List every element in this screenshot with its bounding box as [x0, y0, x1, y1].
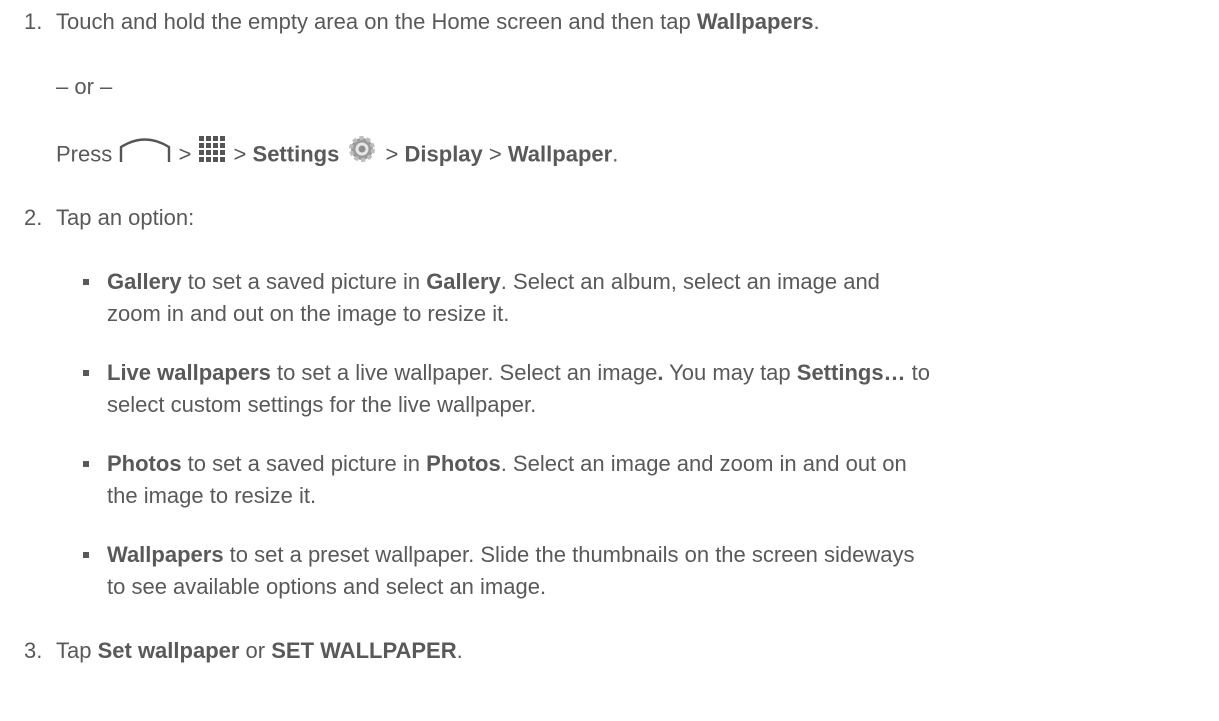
- bold-term: Wallpapers: [696, 9, 814, 34]
- grid-dot: [206, 143, 212, 148]
- grid-dot: [206, 157, 212, 162]
- grid-dot: [199, 143, 205, 148]
- bullet-marker: [83, 461, 89, 467]
- navigation-path: Press > > Settings > Display > Wallpaper…: [56, 134, 618, 174]
- grid-dot: [199, 157, 205, 162]
- option-gallery: Gallery to set a saved picture in Galler…: [107, 269, 880, 294]
- grid-dot: [220, 136, 226, 141]
- grid-dot: [213, 150, 219, 155]
- apps-grid-icon: [197, 134, 227, 171]
- bullet-marker: [83, 279, 89, 285]
- bullet-marker: [83, 370, 89, 376]
- grid-dot: [213, 136, 219, 141]
- grid-dot: [220, 157, 226, 162]
- step-text: Tap an option:: [56, 205, 195, 230]
- instruction-document: 1. Touch and hold the empty area on the H…: [0, 0, 1219, 721]
- home-icon: [118, 134, 172, 171]
- grid-dot: [199, 136, 205, 141]
- option-gallery-line2: zoom in and out on the image to resize i…: [107, 301, 510, 326]
- step-text: Touch and hold the empty area on the Hom…: [56, 9, 697, 34]
- bullet-marker: [83, 552, 89, 558]
- option-wallpapers-line2: to see available options and select an i…: [107, 574, 547, 599]
- grid-dot: [220, 150, 226, 155]
- option-live-wallpapers-line2: select custom settings for the live wall…: [107, 392, 537, 417]
- option-photos-line2: the image to resize it.: [107, 483, 317, 508]
- grid-dot: [220, 143, 226, 148]
- grid-dot: [199, 150, 205, 155]
- step-number: 3.: [24, 638, 43, 663]
- option-live-wallpapers: Live wallpapers to set a live wallpaper.…: [107, 360, 931, 385]
- step-3: 3. Tap Set wallpaper or SET WALLPAPER.: [24, 638, 463, 663]
- grid-dot: [206, 150, 212, 155]
- grid-dot: [206, 136, 212, 141]
- option-photos: Photos to set a saved picture in Photos.…: [107, 451, 907, 476]
- settings-gear-icon: [345, 134, 379, 171]
- step-1: 1. Touch and hold the empty area on the H…: [24, 9, 820, 34]
- step-number: 1.: [24, 9, 43, 34]
- or-separator: – or –: [56, 74, 113, 99]
- step-number: 2.: [24, 205, 43, 230]
- step-2: 2. Tap an option:: [24, 204, 194, 232]
- grid-dot: [213, 157, 219, 162]
- option-wallpapers: Wallpapers to set a preset wallpaper. Sl…: [107, 542, 915, 567]
- grid-dot: [213, 143, 219, 148]
